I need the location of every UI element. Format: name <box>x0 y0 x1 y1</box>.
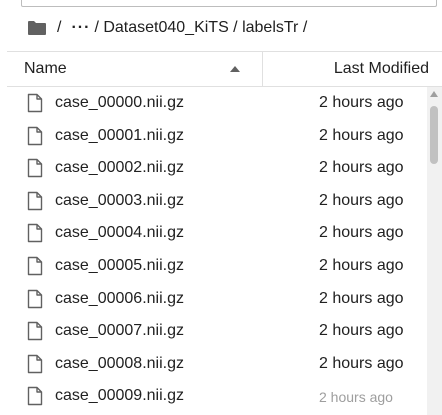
file-row[interactable]: case_00007.nii.gz 2 hours ago <box>7 315 427 348</box>
scroll-up-arrow-icon[interactable] <box>430 91 438 97</box>
last-modified-column-header[interactable]: Last Modified <box>263 52 442 86</box>
file-icon <box>27 224 43 243</box>
file-modified: 2 hours ago <box>319 126 404 144</box>
vertical-scrollbar[interactable] <box>427 87 442 415</box>
file-modified: 2 hours ago <box>319 322 404 340</box>
breadcrumb: / ··· / Dataset040_KiTS / labelsTr / <box>27 16 311 40</box>
file-row[interactable]: case_00006.nii.gz 2 hours ago <box>7 283 427 316</box>
file-browser: / ··· / Dataset040_KiTS / labelsTr / Nam… <box>0 0 442 415</box>
file-icon <box>27 256 43 276</box>
name-column-label: Name <box>24 60 67 77</box>
file-icon <box>27 93 43 113</box>
file-name: case_00004.nii.gz <box>55 224 184 242</box>
name-column-header[interactable]: Name <box>7 52 263 86</box>
file-modified: 2 hours ago <box>319 256 404 274</box>
file-list: case_00000.nii.gz 2 hours ago case_00001… <box>7 87 427 415</box>
file-row[interactable]: case_00003.nii.gz 2 hours ago <box>7 185 427 218</box>
breadcrumb-ellipsis[interactable]: ··· <box>71 19 90 37</box>
file-icon <box>27 126 43 145</box>
file-icon <box>27 387 43 406</box>
file-modified: 2 hours ago <box>319 224 404 242</box>
file-row[interactable]: case_00001.nii.gz 2 hours ago <box>7 120 427 153</box>
file-row[interactable]: case_00008.nii.gz 2 hours ago <box>7 348 427 381</box>
scrollbar-thumb[interactable] <box>430 106 438 164</box>
file-row[interactable]: case_00002.nii.gz 2 hours ago <box>7 152 427 185</box>
breadcrumb-path[interactable]: / Dataset040_KiTS / labelsTr / <box>94 19 307 37</box>
file-name: case_00009.nii.gz <box>55 387 184 405</box>
breadcrumb-root-separator: / <box>57 19 62 36</box>
file-modified: 2 hours ago <box>319 191 404 209</box>
file-icon <box>27 289 43 308</box>
file-name: case_00007.nii.gz <box>55 322 184 340</box>
file-modified: 2 hours ago <box>319 354 404 372</box>
file-modified: 2 hours ago <box>319 389 393 406</box>
caret-up-icon <box>230 66 240 72</box>
file-modified: 2 hours ago <box>319 289 404 307</box>
file-icon <box>27 191 43 210</box>
file-name: case_00008.nii.gz <box>55 354 184 372</box>
file-modified: 2 hours ago <box>319 94 404 111</box>
file-modified: 2 hours ago <box>319 159 404 177</box>
list-header: Name Last Modified <box>7 51 442 87</box>
file-icon <box>27 158 43 178</box>
file-icon <box>27 354 43 373</box>
last-modified-column-label: Last Modified <box>333 60 429 77</box>
file-row[interactable]: case_00005.nii.gz 2 hours ago <box>7 250 427 283</box>
file-name: case_00001.nii.gz <box>55 126 184 144</box>
file-icon <box>27 321 43 341</box>
file-row[interactable]: case_00004.nii.gz 2 hours ago <box>7 217 427 250</box>
file-name: case_00005.nii.gz <box>55 256 184 274</box>
file-row[interactable]: case_00009.nii.gz 2 hours ago <box>7 380 427 413</box>
file-row[interactable]: case_00000.nii.gz 2 hours ago <box>7 87 427 120</box>
file-name: case_00002.nii.gz <box>55 159 184 177</box>
folder-icon[interactable] <box>27 20 47 36</box>
file-name: case_00006.nii.gz <box>55 289 184 307</box>
filter-input[interactable] <box>21 0 437 7</box>
file-name: case_00000.nii.gz <box>55 94 184 111</box>
file-name: case_00003.nii.gz <box>55 191 184 209</box>
